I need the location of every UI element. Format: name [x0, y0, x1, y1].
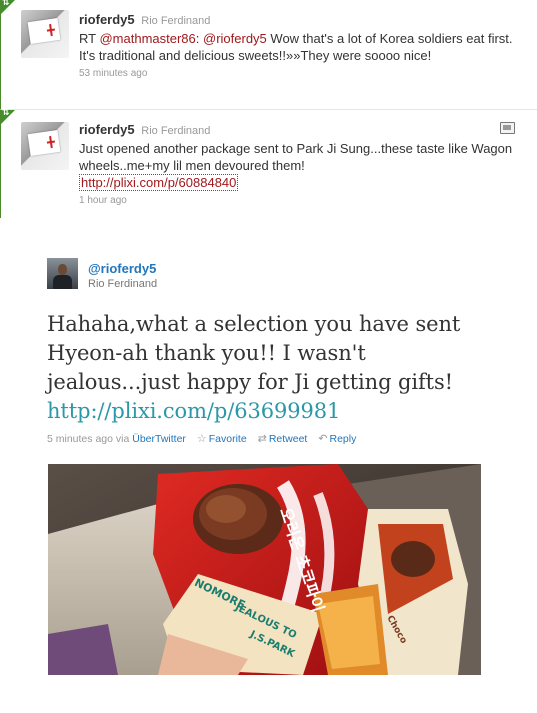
via-label: via: [115, 433, 130, 445]
display-name: Rio Ferdinand: [141, 125, 211, 137]
timestamp[interactable]: 5 minutes ago: [47, 433, 113, 445]
tweet-text-part: :: [195, 31, 204, 46]
display-name: Rio Ferdinand: [88, 278, 158, 290]
screen-name[interactable]: rioferdy5: [79, 122, 135, 137]
tweet-body: rioferdy5 Rio Ferdinand Just opened anot…: [79, 122, 517, 206]
avatar[interactable]: [21, 122, 69, 170]
display-name: Rio Ferdinand: [141, 15, 211, 27]
tweet-text-part: Just opened another package sent to Park…: [79, 141, 513, 173]
mention-link[interactable]: @rioferdy5: [203, 31, 267, 46]
timeline-tweet: ⇅ rioferdy5 Rio Ferdinand RT @mathmaster…: [0, 0, 537, 110]
favorite-label: Favorite: [208, 433, 247, 445]
author-block: @rioferdy5 Rio Ferdinand: [88, 261, 157, 291]
screen-name[interactable]: @rioferdy5: [88, 261, 157, 276]
source-link[interactable]: ÜberTwitter: [132, 433, 186, 445]
mention-link[interactable]: @mathmaster86: [99, 31, 195, 46]
tweet-body: rioferdy5 Rio Ferdinand RT @mathmaster86…: [79, 12, 517, 79]
reply-button[interactable]: ↶ Reply: [318, 432, 357, 445]
avatar[interactable]: [21, 10, 69, 58]
tweet-meta: 5 minutes ago via ÜberTwitter ☆ Favorite …: [47, 432, 356, 445]
tweet-text: Just opened another package sent to Park…: [79, 140, 517, 191]
tweet-text: Hahaha,what a selection you have sent Hy…: [47, 310, 497, 426]
photo-link[interactable]: http://plixi.com/p/60884840: [79, 174, 239, 191]
retweet-flag-icon: ⇅: [2, 0, 10, 8]
retweet-button[interactable]: ⇄ Retweet: [257, 432, 308, 445]
favorite-button[interactable]: ☆ Favorite: [196, 432, 247, 445]
attached-photo[interactable]: NOMORE JEALOUS TO J.S.PARK 오리온 초코파이 Choc…: [48, 464, 481, 675]
tweet-text-part: Hahaha,what a selection you have sent Hy…: [47, 312, 461, 394]
tweet-text: RT @mathmaster86: @rioferdy5 Wow that's …: [79, 30, 517, 64]
timeline-tweet: ⇅ rioferdy5 Rio Ferdinand Just opened an…: [0, 108, 537, 218]
photo-link[interactable]: http://plixi.com/p/63699981: [47, 399, 340, 423]
timestamp[interactable]: 1 hour ago: [79, 195, 517, 206]
retweet-label: Retweet: [268, 433, 308, 445]
tweet-text-part: RT: [79, 31, 100, 46]
timestamp[interactable]: 53 minutes ago: [79, 68, 517, 79]
screen-name[interactable]: rioferdy5: [79, 12, 135, 27]
avatar[interactable]: [47, 258, 78, 289]
retweet-flag-icon: ⇅: [2, 108, 10, 118]
reply-label: Reply: [329, 433, 357, 445]
reply-icon: ↶: [318, 432, 328, 445]
retweet-icon: ⇄: [257, 432, 267, 445]
star-icon: ☆: [196, 432, 207, 445]
